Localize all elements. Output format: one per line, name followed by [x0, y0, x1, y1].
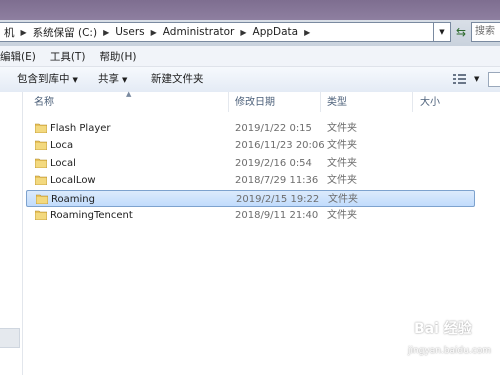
folder-icon — [35, 175, 47, 186]
file-date: 2018/9/11 21:40 — [235, 210, 319, 221]
file-type: 文件夹 — [327, 140, 357, 152]
watermark: Bai 经验 jingyan.baidu.com — [408, 318, 500, 368]
file-date: 2018/7/29 11:36 — [235, 175, 319, 187]
address-bar: 机 ▶ 系统保留 (C:) ▶ Users ▶ Administrator ▶ … — [0, 20, 500, 46]
share-button[interactable]: 共享 ▼ — [98, 67, 127, 92]
breadcrumb-separator-icon[interactable]: ▶ — [19, 28, 29, 37]
folder-icon — [35, 158, 47, 168]
breadcrumb-separator-icon[interactable]: ▶ — [238, 28, 248, 37]
command-bar: 包含到库中 ▼ 共享 ▼ 新建文件夹 ▼ — [0, 67, 500, 93]
breadcrumb-appdata[interactable]: AppData — [249, 26, 303, 38]
breadcrumb-separator-icon[interactable]: ▶ — [149, 28, 159, 37]
address-history-dropdown-icon[interactable]: ▼ — [434, 22, 451, 42]
column-headers: 名称 ▲ 修改日期 类型 大小 — [23, 90, 500, 112]
menu-help[interactable]: 帮助(H) — [92, 49, 143, 64]
folder-icon — [35, 210, 47, 220]
breadcrumb-administrator[interactable]: Administrator — [159, 26, 239, 38]
menu-bar: 编辑(E) 工具(T) 帮助(H) — [0, 46, 500, 67]
navigation-pane[interactable] — [0, 92, 23, 375]
sort-ascending-icon: ▲ — [126, 90, 132, 98]
address-field[interactable]: 机 ▶ 系统保留 (C:) ▶ Users ▶ Administrator ▶ … — [0, 22, 434, 42]
watermark-url: jingyan.baidu.com — [408, 346, 492, 356]
include-in-library-label: 包含到库中 — [17, 73, 70, 85]
file-row[interactable]: Loca 2016/11/23 20:06 文件夹 — [26, 137, 475, 154]
file-row[interactable]: Flash Player 2019/1/22 0:15 文件夹 — [26, 120, 475, 137]
refresh-icon[interactable]: ⇆ — [452, 22, 470, 42]
new-folder-button[interactable]: 新建文件夹 — [151, 67, 204, 92]
file-date: 2016/11/23 20:06 — [235, 140, 325, 152]
column-divider[interactable] — [412, 92, 413, 112]
file-row[interactable]: Local 2019/2/16 0:54 文件夹 — [26, 155, 475, 172]
file-type: 文件夹 — [327, 157, 357, 169]
file-date: 2019/1/22 0:15 — [235, 123, 312, 134]
file-name: Roaming — [51, 193, 95, 205]
column-header-name[interactable]: 名称 — [34, 92, 54, 112]
file-type: 文件夹 — [328, 193, 358, 205]
watermark-logo: Bai 经验 — [414, 321, 472, 337]
file-type: 文件夹 — [327, 175, 357, 187]
menu-edit[interactable]: 编辑(E) — [0, 49, 43, 64]
file-date: 2019/2/15 19:22 — [236, 193, 320, 205]
share-label: 共享 — [98, 73, 119, 85]
preview-pane-button[interactable] — [488, 72, 500, 87]
breadcrumb-users[interactable]: Users — [111, 26, 148, 38]
file-row[interactable]: Roaming 2019/2/15 19:22 文件夹 — [26, 189, 475, 207]
file-row[interactable]: LocalLow 2018/7/29 11:36 文件夹 — [26, 172, 475, 189]
column-divider[interactable] — [228, 92, 229, 112]
column-header-size[interactable]: 大小 — [420, 92, 440, 112]
breadcrumb-separator-icon[interactable]: ▶ — [101, 28, 111, 37]
column-divider[interactable] — [320, 92, 321, 112]
file-date: 2019/2/16 0:54 — [235, 157, 312, 169]
window-title-strip — [0, 0, 500, 20]
file-type: 文件夹 — [327, 123, 357, 134]
file-name: RoamingTencent — [50, 210, 133, 221]
chevron-down-icon: ▼ — [72, 76, 78, 84]
file-name: Loca — [50, 140, 74, 152]
file-name: Flash Player — [50, 123, 111, 134]
change-view-icon[interactable] — [452, 72, 474, 87]
breadcrumb-c-drive[interactable]: 系统保留 (C:) — [29, 25, 101, 40]
folder-icon — [36, 194, 48, 204]
search-input[interactable]: 搜索 — [471, 22, 500, 42]
column-header-type[interactable]: 类型 — [327, 92, 347, 112]
file-name: Local — [50, 157, 76, 169]
view-list-icon — [453, 74, 466, 84]
breadcrumb-computer[interactable]: 机 — [0, 25, 19, 40]
breadcrumb-separator-icon[interactable]: ▶ — [302, 28, 312, 37]
folder-icon — [35, 141, 47, 151]
include-in-library-button[interactable]: 包含到库中 ▼ — [17, 67, 78, 92]
file-name: LocalLow — [50, 175, 96, 187]
chevron-down-icon: ▼ — [122, 76, 128, 84]
navigation-selected-item[interactable] — [0, 328, 20, 348]
menu-tools[interactable]: 工具(T) — [43, 49, 93, 64]
file-row[interactable]: RoamingTencent 2018/9/11 21:40 文件夹 — [26, 207, 475, 224]
file-type: 文件夹 — [327, 210, 357, 221]
folder-icon — [35, 123, 47, 133]
view-options-chevron-icon[interactable]: ▼ — [474, 72, 484, 87]
column-header-date[interactable]: 修改日期 — [235, 92, 275, 112]
